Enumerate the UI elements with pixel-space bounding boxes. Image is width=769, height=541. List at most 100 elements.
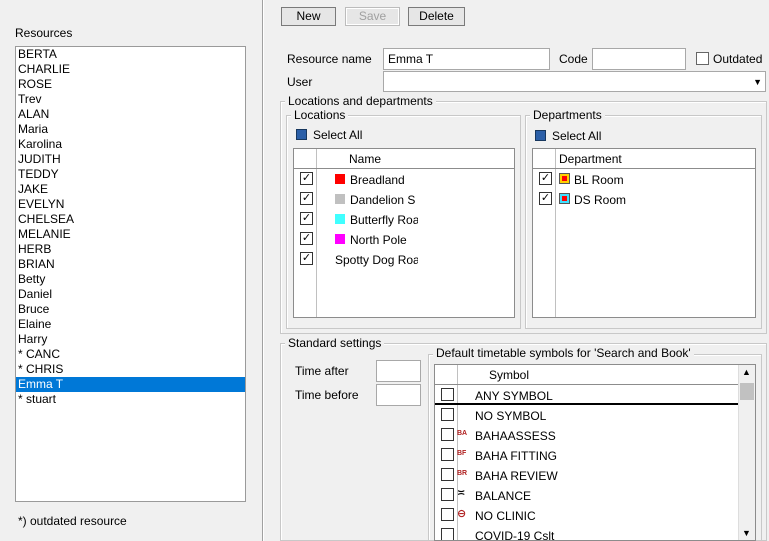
resource-list-item[interactable]: CHELSEA (16, 212, 245, 227)
symbol-checkbox[interactable] (441, 428, 454, 441)
delete-button[interactable]: Delete (408, 7, 465, 26)
time-after-input[interactable] (376, 360, 421, 382)
symbol-row[interactable]: BF BAHA FITTING (435, 445, 755, 465)
symbol-icon: BA (457, 430, 468, 437)
resources-heading: Resources (15, 26, 73, 40)
department-checkbox[interactable]: ✓ (539, 192, 552, 205)
location-row[interactable]: ✓ Dandelion S (294, 189, 514, 209)
locations-select-all-icon[interactable] (296, 129, 307, 140)
standard-settings-title: Standard settings (285, 336, 385, 350)
location-row[interactable]: ✓ North Pole (294, 229, 514, 249)
time-before-input[interactable] (376, 384, 421, 406)
department-color-icon (559, 173, 570, 184)
symbol-name: COVID-19 Cslt (475, 529, 555, 541)
resource-name-label: Resource name (287, 52, 372, 66)
outdated-checkbox[interactable] (696, 52, 709, 65)
symbols-scrollbar[interactable]: ▲ ▼ (738, 365, 755, 540)
resource-list-item[interactable]: * CANC (16, 347, 245, 362)
symbol-icon: BR (457, 470, 468, 477)
location-row[interactable]: ✓ Spotty Dog Roa (294, 249, 514, 269)
department-row[interactable]: ✓ BL Room (533, 169, 755, 189)
resource-list-item[interactable]: ROSE (16, 77, 245, 92)
symbol-checkbox[interactable] (441, 488, 454, 501)
resource-list-item[interactable]: Harry (16, 332, 245, 347)
symbol-row[interactable]: ≍ BALANCE (435, 485, 755, 505)
resource-list-item[interactable]: JAKE (16, 182, 245, 197)
resource-list-item[interactable]: Trev (16, 92, 245, 107)
departments-grid: Department ✓ BL Room ✓ DS Room (532, 148, 756, 318)
department-checkbox[interactable]: ✓ (539, 172, 552, 185)
code-label: Code (559, 52, 588, 66)
resource-list-item[interactable]: * stuart (16, 392, 245, 407)
resource-list-item[interactable]: HERB (16, 242, 245, 257)
symbol-name: BAHA REVIEW (475, 469, 558, 483)
resource-list-item[interactable]: ALAN (16, 107, 245, 122)
resource-list-item[interactable]: BRIAN (16, 257, 245, 272)
location-checkbox[interactable]: ✓ (300, 172, 313, 185)
code-input[interactable] (592, 48, 686, 70)
resource-list-item[interactable]: JUDITH (16, 152, 245, 167)
resource-list-item[interactable]: EVELYN (16, 197, 245, 212)
department-name: DS Room (574, 193, 627, 207)
locations-title: Locations (291, 108, 349, 122)
symbol-row[interactable]: NO SYMBOL (435, 405, 755, 425)
resource-list-item[interactable]: Karolina (16, 137, 245, 152)
department-row[interactable]: ✓ DS Room (533, 189, 755, 209)
locations-grid-header: Name (294, 149, 514, 169)
new-button[interactable]: New (281, 7, 336, 26)
departments-select-all[interactable]: Select All (552, 129, 601, 143)
location-row[interactable]: ✓ Butterfly Roa (294, 209, 514, 229)
resource-list-item[interactable]: TEDDY (16, 167, 245, 182)
symbol-row[interactable]: BR BAHA REVIEW (435, 465, 755, 485)
time-after-label: Time after (295, 364, 349, 378)
symbol-row[interactable]: ⊖ NO CLINIC (435, 505, 755, 525)
resource-list-item[interactable]: Bruce (16, 302, 245, 317)
resource-list-item[interactable]: * CHRIS (16, 362, 245, 377)
symbol-checkbox[interactable] (441, 528, 454, 540)
symbol-name: NO SYMBOL (475, 409, 547, 423)
scroll-down-icon[interactable]: ▼ (742, 528, 751, 538)
user-label: User (287, 75, 313, 89)
symbol-checkbox[interactable] (441, 448, 454, 461)
resource-list-item[interactable]: CHARLIE (16, 62, 245, 77)
resources-list[interactable]: BERTA CHARLIE ROSE Trev ALAN Maria Karolina JUD… (15, 46, 246, 502)
location-checkbox[interactable]: ✓ (300, 252, 313, 265)
resource-list-item[interactable]: BERTA (16, 47, 245, 62)
scroll-up-icon[interactable]: ▲ (742, 367, 751, 377)
symbol-name: BAHAASSESS (475, 429, 556, 443)
location-checkbox[interactable]: ✓ (300, 212, 313, 225)
location-color-swatch (335, 174, 345, 184)
location-row[interactable]: ✓ Breadland (294, 169, 514, 189)
symbol-name: NO CLINIC (475, 509, 536, 523)
resource-list-item[interactable]: Elaine (16, 317, 245, 332)
scroll-thumb[interactable] (740, 383, 754, 400)
symbol-row[interactable]: COVID-19 Cslt (435, 525, 755, 541)
symbol-row[interactable]: ANY SYMBOL (435, 385, 755, 405)
chevron-down-icon: ▼ (753, 77, 762, 87)
location-color-swatch (335, 194, 345, 204)
resource-list-item[interactable]: MELANIE (16, 227, 245, 242)
time-before-label: Time before (295, 388, 359, 402)
symbol-icon: BF (457, 450, 467, 457)
symbol-icon: ⊖ (457, 508, 467, 520)
symbol-checkbox[interactable] (441, 408, 454, 421)
symbol-checkbox[interactable] (441, 468, 454, 481)
user-select[interactable]: ▼ (383, 71, 766, 92)
symbol-checkbox[interactable] (441, 508, 454, 521)
departments-select-all-icon[interactable] (535, 130, 546, 141)
resource-list-item[interactable]: Betty (16, 272, 245, 287)
locations-select-all[interactable]: Select All (313, 128, 362, 142)
location-name: North Pole (350, 233, 407, 247)
resource-list-item[interactable]: Daniel (16, 287, 245, 302)
location-checkbox[interactable]: ✓ (300, 192, 313, 205)
symbol-row[interactable]: BA BAHAASSESS (435, 425, 755, 445)
resource-list-item[interactable]: Emma T (16, 377, 245, 392)
location-checkbox[interactable]: ✓ (300, 232, 313, 245)
resource-list-item[interactable]: Maria (16, 122, 245, 137)
save-button[interactable]: Save (345, 7, 400, 26)
symbol-checkbox[interactable] (441, 388, 454, 401)
departments-grid-header: Department (533, 149, 755, 169)
resource-name-input[interactable]: Emma T (383, 48, 550, 70)
symbol-name: BALANCE (475, 489, 532, 503)
department-color-icon (559, 193, 570, 204)
